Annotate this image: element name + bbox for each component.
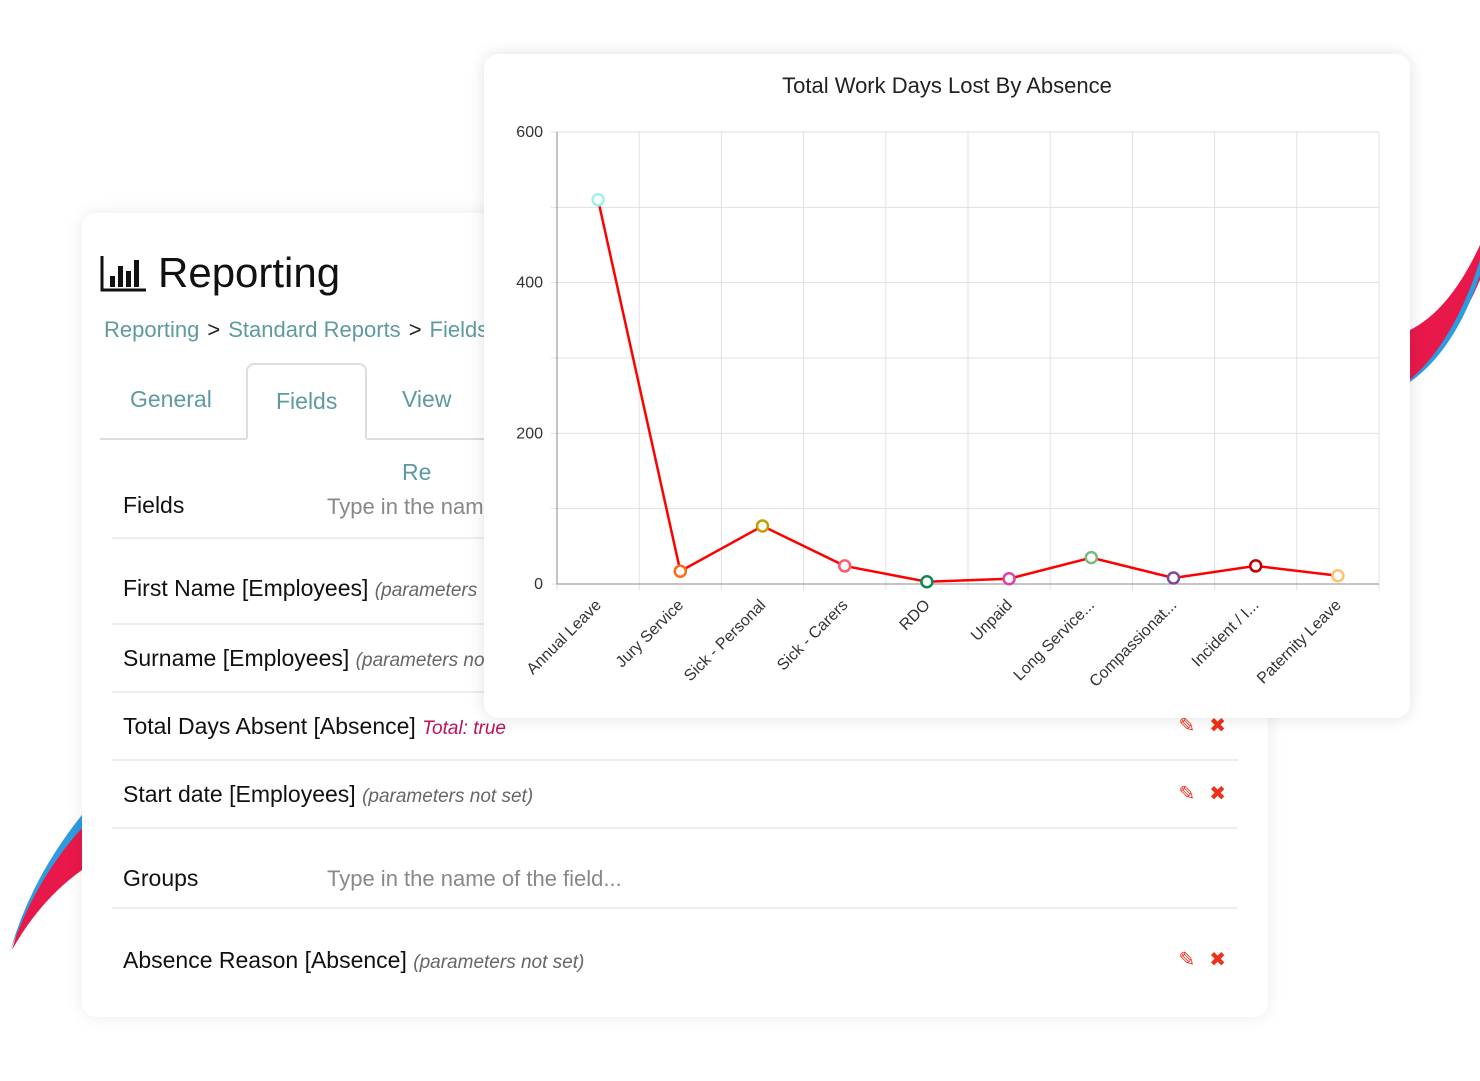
data-point <box>920 574 934 589</box>
line-chart: Total Work Days Lost By Absence 0 200 400 6… <box>516 73 1380 691</box>
groups-label: Groups <box>123 865 199 891</box>
close-icon[interactable]: ✖ <box>1209 947 1226 972</box>
pencil-icon[interactable]: ✎ <box>1178 781 1195 806</box>
x-tick-label: Compassionat... <box>1087 597 1181 691</box>
data-point <box>591 193 605 207</box>
tab-view-report[interactable]: View Re <box>374 363 500 485</box>
fields-search-input[interactable]: Type in the nam <box>327 494 484 520</box>
tab-fields[interactable]: Fields <box>246 363 368 440</box>
breadcrumb-reporting[interactable]: Reporting <box>104 317 199 342</box>
decorative-swoosh-right <box>1410 245 1480 382</box>
field-row: Start date [Employees] (parameters not s… <box>112 761 1238 829</box>
page-title-text: Reporting <box>158 249 341 296</box>
pencil-icon[interactable]: ✎ <box>1178 947 1195 972</box>
data-point <box>1084 550 1099 565</box>
fields-label: Fields <box>123 492 185 518</box>
bar-chart-icon <box>100 256 146 292</box>
x-tick-label: Sick - Personal <box>681 597 769 685</box>
x-tick-label: Long Service... <box>1011 597 1098 684</box>
x-tick-label: Jury Service <box>613 597 687 671</box>
groups-search-input[interactable]: Type in the name of the field... <box>327 866 622 892</box>
data-point <box>1166 571 1181 585</box>
data-point <box>1002 571 1016 586</box>
x-tick-label: Annual Leave <box>524 597 605 678</box>
group-row: Absence Reason [Absence] (parameters not… <box>123 947 1226 973</box>
close-icon[interactable]: ✖ <box>1209 781 1226 806</box>
chart-card: Total Work Days Lost By Absence 0 200 400 6… <box>484 54 1410 718</box>
group-name: Absence Reason <box>123 947 299 973</box>
field-name: Surname <box>123 645 217 671</box>
x-tick-label: RDO <box>897 597 934 634</box>
y-tick-label: 600 <box>516 124 543 141</box>
tab-general[interactable]: General <box>102 363 240 436</box>
decorative-swoosh-left <box>10 815 82 952</box>
data-point <box>1248 559 1263 573</box>
y-tick-label: 400 <box>516 275 543 292</box>
x-tick-label: Sick - Carers <box>774 597 851 674</box>
x-tick-label: Unpaid <box>968 597 1016 645</box>
data-point <box>1331 568 1345 583</box>
data-point <box>673 564 688 578</box>
page-title: Reporting <box>100 249 340 297</box>
tab-bar: General Fields View Re <box>100 363 500 485</box>
data-point <box>837 559 852 573</box>
y-tick-label: 200 <box>516 425 543 442</box>
groups-section: Groups Type in the name of the field... <box>112 829 1238 909</box>
data-point <box>755 519 770 533</box>
field-name: Start date <box>123 781 223 807</box>
breadcrumb: Reporting > Standard Reports > Fields <box>104 317 489 342</box>
y-tick-label: 0 <box>534 576 543 593</box>
x-tick-label: Incident / I... <box>1189 597 1263 671</box>
breadcrumb-standard-reports[interactable]: Standard Reports <box>228 317 400 342</box>
field-name: First Name <box>123 575 236 601</box>
breadcrumb-fields[interactable]: Fields <box>430 317 489 342</box>
field-name: Total Days Absent <box>123 713 308 739</box>
chart-title: Total Work Days Lost By Absence <box>782 73 1112 98</box>
x-tick-label: Paternity Leave <box>1254 597 1345 688</box>
